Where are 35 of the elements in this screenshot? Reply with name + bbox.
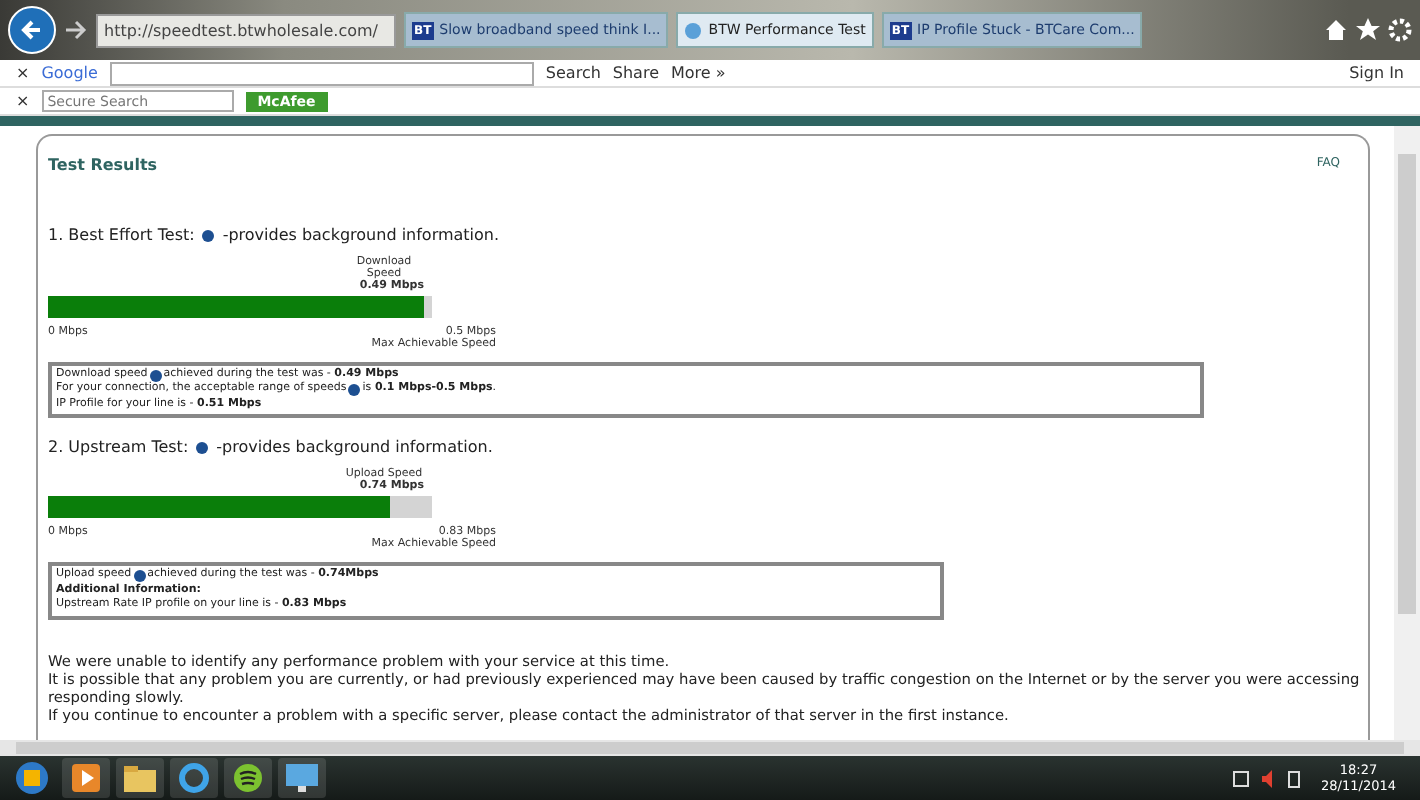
info-icon[interactable]	[202, 229, 215, 241]
battery-icon[interactable]	[1287, 769, 1300, 787]
search-field[interactable]	[109, 61, 534, 85]
info-icon[interactable]	[133, 569, 146, 582]
media-player-icon[interactable]	[62, 758, 110, 798]
folder-icon[interactable]	[116, 758, 164, 798]
music-app-icon[interactable]	[224, 758, 272, 798]
test-heading: 1. Best Effort Test:	[48, 226, 195, 244]
star-icon[interactable]	[1356, 18, 1380, 42]
google-logo: Google	[41, 64, 98, 82]
monitor-icon[interactable]	[278, 758, 326, 798]
info-icon[interactable]	[348, 384, 361, 397]
vertical-scrollbar[interactable]	[1394, 126, 1420, 740]
section-title: Test Results	[48, 156, 158, 174]
horizontal-scrollbar[interactable]	[0, 740, 1420, 756]
back-arrow-icon	[20, 18, 44, 42]
info-icon[interactable]	[196, 441, 209, 454]
globe-icon	[684, 21, 703, 39]
share-button[interactable]: Share	[612, 64, 659, 82]
speaker-icon[interactable]	[1259, 769, 1278, 787]
info-icon[interactable]	[149, 369, 162, 382]
more-button[interactable]: More »	[671, 64, 726, 82]
network-icon[interactable]	[1231, 769, 1250, 787]
search-button[interactable]: Search	[545, 64, 601, 82]
home-icon[interactable]	[1324, 18, 1348, 42]
close-toolbar-button[interactable]: ×	[16, 64, 30, 82]
close-toolbar-button[interactable]: ×	[16, 92, 30, 110]
address-field[interactable]: http://speedtest.btwholesale.com/	[96, 13, 396, 47]
test-heading-note: -provides background information.	[222, 226, 500, 244]
sign-in-link[interactable]: Sign In	[1349, 64, 1404, 82]
forward-button[interactable]	[64, 18, 88, 42]
back-button[interactable]	[8, 6, 56, 54]
test-heading-note: -provides background information.	[216, 438, 493, 457]
test-heading: 2. Upstream Test:	[48, 438, 189, 457]
forward-arrow-icon	[64, 20, 88, 40]
